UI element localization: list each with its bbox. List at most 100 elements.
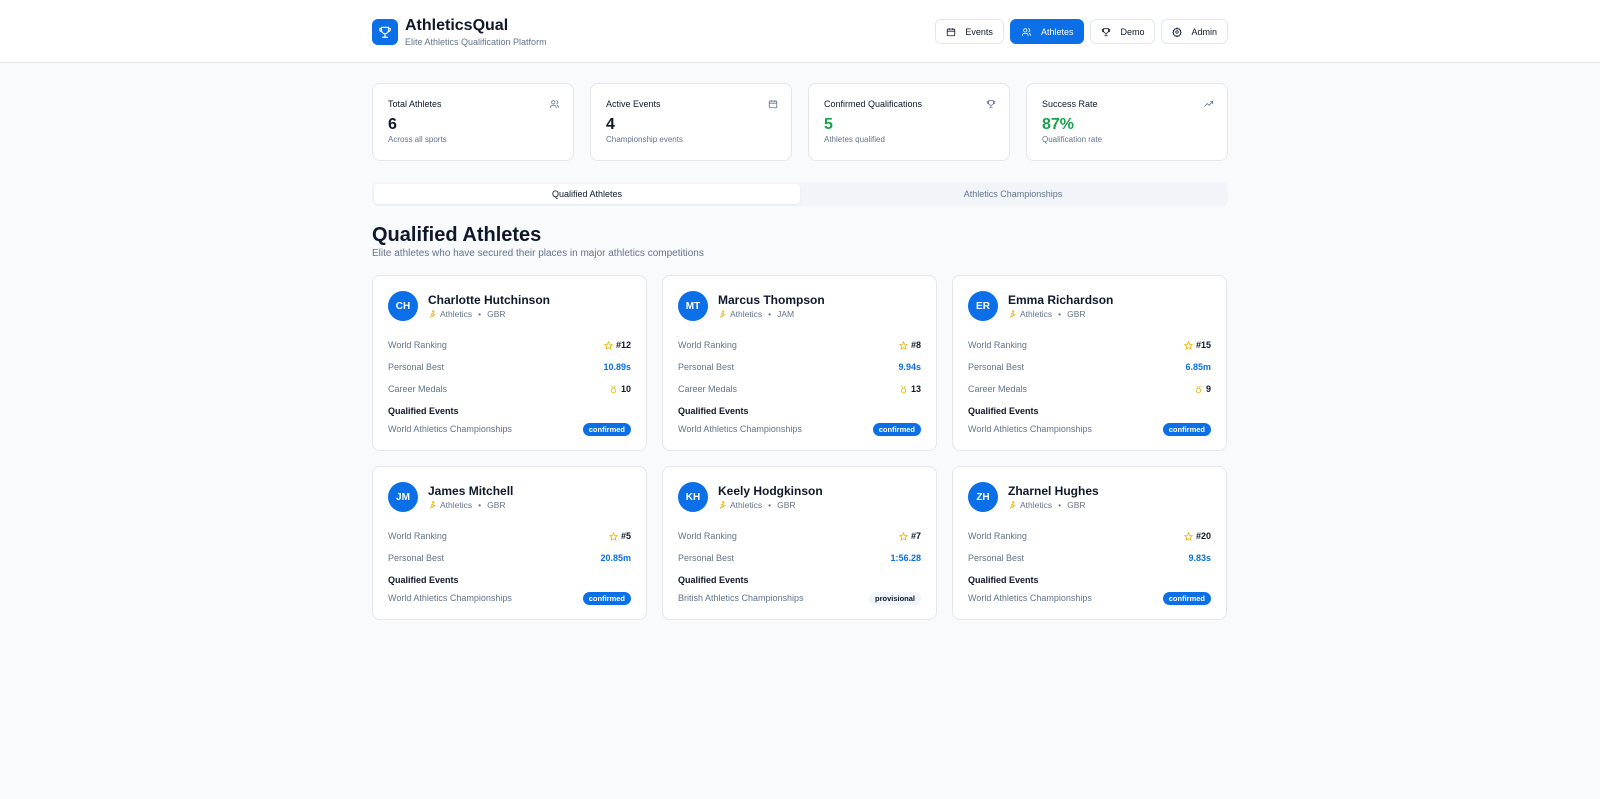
personal-best-row: Personal Best 6.85m [968, 356, 1211, 378]
athlete-sport: Athletics [440, 309, 473, 319]
star-icon [1183, 531, 1193, 541]
stat-value: 5 [824, 116, 833, 133]
world-ranking-value: #8 [898, 340, 921, 350]
athlete-meta: Athletics • GBR [718, 500, 823, 510]
nav-admin-button[interactable]: Admin [1161, 19, 1228, 44]
runner-icon [429, 309, 436, 318]
nav-events-button[interactable]: Events [935, 19, 1004, 44]
nav-athletes-button[interactable]: Athletes [1009, 19, 1085, 44]
calendar-icon [947, 27, 956, 36]
athlete-country: GBR [1067, 500, 1086, 510]
athlete-name: Zharnel Hughes [1008, 484, 1099, 498]
world-ranking-label: World Ranking [388, 531, 447, 541]
runner-icon [719, 309, 726, 318]
personal-best-label: Personal Best [968, 362, 1025, 372]
personal-best-value: 10.89s [603, 362, 631, 372]
status-badge: confirmed [1162, 591, 1211, 605]
athlete-card[interactable]: CH Charlotte Hutchinson Athletics • GBR World… [372, 275, 647, 451]
stat-value: 4 [606, 116, 615, 133]
tab-bar: Qualified Athletes Athletics Championshi… [372, 182, 1228, 206]
personal-best-row: Personal Best 9.94s [678, 356, 921, 378]
trending-up-icon [1204, 101, 1214, 107]
tab-athletics-championships[interactable]: Athletics Championships [800, 184, 1226, 204]
ranking-text: #12 [615, 340, 631, 350]
athlete-card[interactable]: JM James Mitchell Athletics • GBR World Ranki… [372, 466, 647, 620]
athlete-card[interactable]: KH Keely Hodgkinson Athletics • GBR World Ran… [662, 466, 937, 620]
personal-best-value: 1:56.28 [890, 553, 921, 563]
nav-events-label: Events [965, 26, 993, 37]
qualified-events-heading: Qualified Events [968, 575, 1039, 585]
trophy-icon [372, 18, 398, 45]
stat-label: Confirmed Qualifications [824, 99, 923, 109]
star-icon [608, 531, 618, 541]
qualified-event-name: World Athletics Championships [968, 593, 1092, 603]
medal-icon [610, 385, 617, 393]
athlete-name: Charlotte Hutchinson [428, 293, 550, 307]
main-content: Total Athletes 6 Across all sports Activ… [372, 63, 1228, 620]
personal-best-value: 9.94s [898, 362, 921, 372]
separator-dot: • [768, 500, 772, 510]
nav-demo-button[interactable]: Demo [1090, 19, 1156, 44]
nav-athletes-label: Athletes [1040, 26, 1074, 37]
athlete-card[interactable]: MT Marcus Thompson Athletics • JAM World Rank… [662, 275, 937, 451]
athlete-country: GBR [1067, 309, 1086, 319]
avatar: CH [388, 291, 418, 321]
app-header: AthleticsQual Elite Athletics Qualificat… [0, 0, 1600, 63]
personal-best-label: Personal Best [678, 362, 735, 372]
world-ranking-row: World Ranking #8 [678, 334, 921, 356]
qualified-event-row: World Athletics Championships confirmed [968, 422, 1211, 436]
runner-icon [429, 500, 436, 509]
users-icon [1021, 27, 1032, 36]
athlete-country: GBR [487, 500, 506, 510]
stat-note: Championship events [606, 135, 683, 144]
world-ranking-label: World Ranking [968, 340, 1027, 350]
gear-icon [1172, 26, 1183, 37]
users-icon [549, 100, 560, 108]
athlete-name: Marcus Thompson [718, 293, 825, 307]
athlete-card[interactable]: ER Emma Richardson Athletics • GBR World Rank… [952, 275, 1227, 451]
star-icon [603, 340, 613, 350]
career-medals-row: Career Medals 9 [968, 378, 1211, 400]
star-icon [898, 531, 908, 541]
trophy-icon [1102, 27, 1111, 36]
athlete-card[interactable]: ZH Zharnel Hughes Athletics • GBR World Ranki… [952, 466, 1227, 620]
personal-best-row: Personal Best 1:56.28 [678, 547, 921, 569]
athlete-country: GBR [487, 309, 506, 319]
world-ranking-label: World Ranking [968, 531, 1027, 541]
runner-icon [1009, 500, 1016, 509]
world-ranking-label: World Ranking [388, 340, 447, 350]
avatar: MT [678, 291, 708, 321]
stat-label: Success Rate [1042, 99, 1098, 109]
career-medals-value: 10 [609, 384, 631, 394]
stats-row: Total Athletes 6 Across all sports Activ… [372, 83, 1228, 161]
world-ranking-row: World Ranking #5 [388, 525, 631, 547]
stat-card-active-events: Active Events 4 Championship events [590, 83, 792, 161]
athlete-card-header: CH Charlotte Hutchinson Athletics • GBR [388, 291, 631, 321]
avatar: ZH [968, 482, 998, 512]
world-ranking-value: #12 [603, 340, 631, 350]
career-medals-label: Career Medals [388, 384, 448, 394]
brand[interactable]: AthleticsQual Elite Athletics Qualificat… [372, 16, 547, 47]
world-ranking-label: World Ranking [678, 531, 737, 541]
stat-card-confirmed-qualifications: Confirmed Qualifications 5 Athletes qual… [808, 83, 1010, 161]
avatar: ER [968, 291, 998, 321]
tab-qualified-athletes[interactable]: Qualified Athletes [374, 184, 800, 204]
qualified-event-name: British Athletics Championships [678, 593, 804, 603]
section-title: Qualified Athletes [372, 224, 542, 246]
stat-label: Total Athletes [388, 99, 442, 109]
calendar-icon [768, 100, 778, 109]
qualified-event-name: World Athletics Championships [388, 593, 512, 603]
ranking-text: #8 [910, 340, 921, 350]
brand-title: AthleticsQual [405, 17, 509, 34]
career-medals-label: Career Medals [968, 384, 1028, 394]
career-medals-row: Career Medals 10 [388, 378, 631, 400]
qualified-event-row: British Athletics Championships provision… [678, 591, 921, 605]
personal-best-label: Personal Best [388, 362, 445, 372]
qualified-event-row: World Athletics Championships confirmed [678, 422, 921, 436]
athlete-card-header: KH Keely Hodgkinson Athletics • GBR [678, 482, 921, 512]
athlete-sport: Athletics [1020, 500, 1053, 510]
stat-note: Across all sports [388, 135, 447, 144]
stat-value: 6 [388, 116, 397, 133]
personal-best-value: 6.85m [1185, 362, 1211, 372]
avatar: JM [388, 482, 418, 512]
